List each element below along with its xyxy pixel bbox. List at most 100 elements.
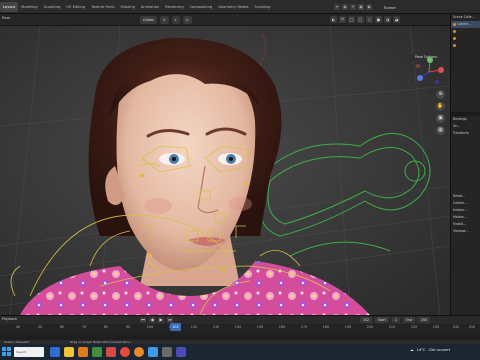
visibility-icon[interactable]: ◐ bbox=[330, 16, 337, 23]
outliner-row[interactable] bbox=[451, 98, 480, 105]
tab-shading[interactable]: Shading bbox=[117, 2, 138, 12]
outliner-row[interactable] bbox=[451, 35, 480, 42]
properties-row[interactable] bbox=[451, 165, 480, 172]
tab-layout[interactable]: Layout bbox=[0, 2, 19, 12]
outliner-row[interactable] bbox=[451, 84, 480, 91]
pivot-icon[interactable]: ⊙ bbox=[159, 16, 169, 24]
properties-row[interactable]: Bindings bbox=[451, 116, 480, 123]
current-frame-field[interactable]: 102 bbox=[360, 317, 373, 323]
properties-row[interactable]: Transform bbox=[451, 130, 480, 137]
file-explorer-icon[interactable] bbox=[64, 347, 74, 357]
workspace-tabs: Layout Modeling Sculpting UV Editing Tex… bbox=[0, 0, 273, 14]
solid-shading-icon[interactable]: ● bbox=[375, 16, 382, 23]
os-taskbar: Search ☁ 14°C Ciel couvert bbox=[0, 344, 480, 360]
outliner-row[interactable]: Scene Colle... bbox=[451, 14, 480, 21]
tab-uv-editing[interactable]: UV Editing bbox=[63, 2, 88, 12]
camera-icon[interactable]: ▣ bbox=[358, 4, 364, 10]
outliner-row[interactable] bbox=[451, 56, 480, 63]
proportional-icon[interactable]: ◎ bbox=[182, 16, 192, 24]
perspective-grid-icon[interactable]: ▦ bbox=[436, 126, 445, 135]
tab-rendering[interactable]: Rendering bbox=[162, 2, 186, 12]
rendered-shading-icon[interactable]: ◕ bbox=[393, 16, 400, 23]
tab-scripting[interactable]: Scripting bbox=[251, 2, 273, 12]
properties-row[interactable] bbox=[451, 137, 480, 144]
properties-row[interactable]: Collect... bbox=[451, 200, 480, 207]
photos-icon[interactable] bbox=[148, 347, 158, 357]
outliner-row[interactable] bbox=[451, 63, 480, 70]
outliner-row[interactable] bbox=[451, 105, 480, 112]
properties-row[interactable] bbox=[451, 186, 480, 193]
tab-modeling[interactable]: Modeling bbox=[18, 2, 40, 12]
orientation-dropdown[interactable]: Global bbox=[140, 16, 157, 24]
snap-icon[interactable]: ⌖ bbox=[171, 16, 180, 24]
outliner-row[interactable]: Collect... bbox=[451, 21, 480, 28]
firefox-icon[interactable] bbox=[134, 347, 144, 357]
tab-sculpting[interactable]: Sculpting bbox=[41, 2, 64, 12]
tab-texture-paint[interactable]: Texture Paint bbox=[88, 2, 117, 12]
properties-row[interactable] bbox=[451, 151, 480, 158]
pan-hand-icon[interactable]: ✋ bbox=[436, 102, 445, 111]
playhead[interactable]: 102 bbox=[170, 323, 181, 331]
material-shading-icon[interactable]: ◑ bbox=[384, 16, 391, 23]
outliner-row[interactable] bbox=[451, 77, 480, 84]
3d-viewport[interactable]: Pose Options ⊕ ✋ ▣ ▦ bbox=[0, 26, 450, 315]
taskbar-search-input[interactable]: Search bbox=[14, 347, 44, 357]
tab-animation[interactable]: Animation bbox=[138, 2, 162, 12]
view-icon[interactable]: ◉ bbox=[342, 4, 348, 10]
properties-row[interactable]: Instanc... bbox=[451, 207, 480, 214]
link-icon[interactable]: ⚭ bbox=[350, 4, 356, 10]
start-frame-field[interactable]: 1 bbox=[391, 317, 400, 323]
zoom-icon[interactable]: ⊕ bbox=[436, 90, 445, 99]
play-icon[interactable]: ▶ bbox=[158, 317, 164, 323]
outliner-row[interactable] bbox=[451, 70, 480, 77]
properties-row[interactable] bbox=[451, 158, 480, 165]
properties-row[interactable] bbox=[451, 144, 480, 151]
properties-row[interactable]: Un... bbox=[451, 123, 480, 130]
timeline-body[interactable] bbox=[0, 333, 480, 340]
windows-start-icon[interactable] bbox=[2, 347, 11, 356]
properties-row[interactable]: Motion... bbox=[451, 214, 480, 221]
frame-tick: 70 bbox=[81, 325, 87, 329]
viewport-render bbox=[0, 26, 450, 315]
scene-icon[interactable]: ◆ bbox=[366, 4, 372, 10]
editor-type-icon[interactable]: ▾ bbox=[334, 4, 340, 10]
navigation-gizmo[interactable] bbox=[413, 56, 445, 88]
jump-start-icon[interactable]: ⏮ bbox=[140, 317, 146, 323]
properties-row[interactable]: Relati... bbox=[451, 193, 480, 200]
scene-name[interactable]: Scene bbox=[384, 5, 396, 10]
chrome-icon[interactable] bbox=[120, 347, 130, 357]
outliner-row[interactable] bbox=[451, 91, 480, 98]
tab-compositing[interactable]: Compositing bbox=[187, 2, 216, 12]
timeline-ruler[interactable]: 40 50 60 70 80 90 100 110 120 130 140 15… bbox=[0, 324, 480, 333]
camera-view-icon[interactable]: ▣ bbox=[436, 114, 445, 123]
frame-tick: 100 bbox=[146, 325, 154, 329]
outliner-row[interactable] bbox=[451, 49, 480, 56]
weather-temp[interactable]: 14°C bbox=[417, 348, 426, 352]
properties-row[interactable] bbox=[451, 172, 480, 179]
app-icon[interactable] bbox=[162, 347, 172, 357]
properties-row[interactable]: Viewpor... bbox=[451, 228, 480, 235]
mode-selector[interactable]: Pose bbox=[2, 16, 10, 20]
playback-menu[interactable]: Playback bbox=[2, 317, 17, 321]
transform-controls: Global ⊙ ⌖ ◎ bbox=[140, 16, 192, 24]
edge-icon[interactable] bbox=[50, 347, 60, 357]
store-icon[interactable] bbox=[92, 347, 102, 357]
outliner-row[interactable] bbox=[451, 42, 480, 49]
overlay-icon[interactable]: ◯ bbox=[348, 16, 355, 23]
tab-geometry-nodes[interactable]: Geometry Nodes bbox=[215, 2, 251, 12]
wireframe-shading-icon[interactable]: ○ bbox=[366, 16, 373, 23]
gizmo-toggle-icon[interactable]: ⤧ bbox=[339, 16, 346, 23]
blender-icon[interactable] bbox=[78, 347, 88, 357]
properties-row[interactable]: Visibili... bbox=[451, 221, 480, 228]
media-icon[interactable] bbox=[106, 347, 116, 357]
xray-icon[interactable]: ▢ bbox=[357, 16, 364, 23]
weather-icon[interactable]: ☁ bbox=[410, 348, 414, 352]
frame-tick: 250 bbox=[468, 325, 476, 329]
object-icon bbox=[453, 36, 456, 40]
weather-desc[interactable]: Ciel couvert bbox=[428, 348, 450, 352]
outliner-row[interactable] bbox=[451, 28, 480, 35]
properties-row[interactable] bbox=[451, 179, 480, 186]
play-reverse-icon[interactable]: ◀ bbox=[149, 317, 155, 323]
app-icon[interactable] bbox=[176, 347, 186, 357]
end-frame-field[interactable]: 250 bbox=[417, 317, 431, 323]
